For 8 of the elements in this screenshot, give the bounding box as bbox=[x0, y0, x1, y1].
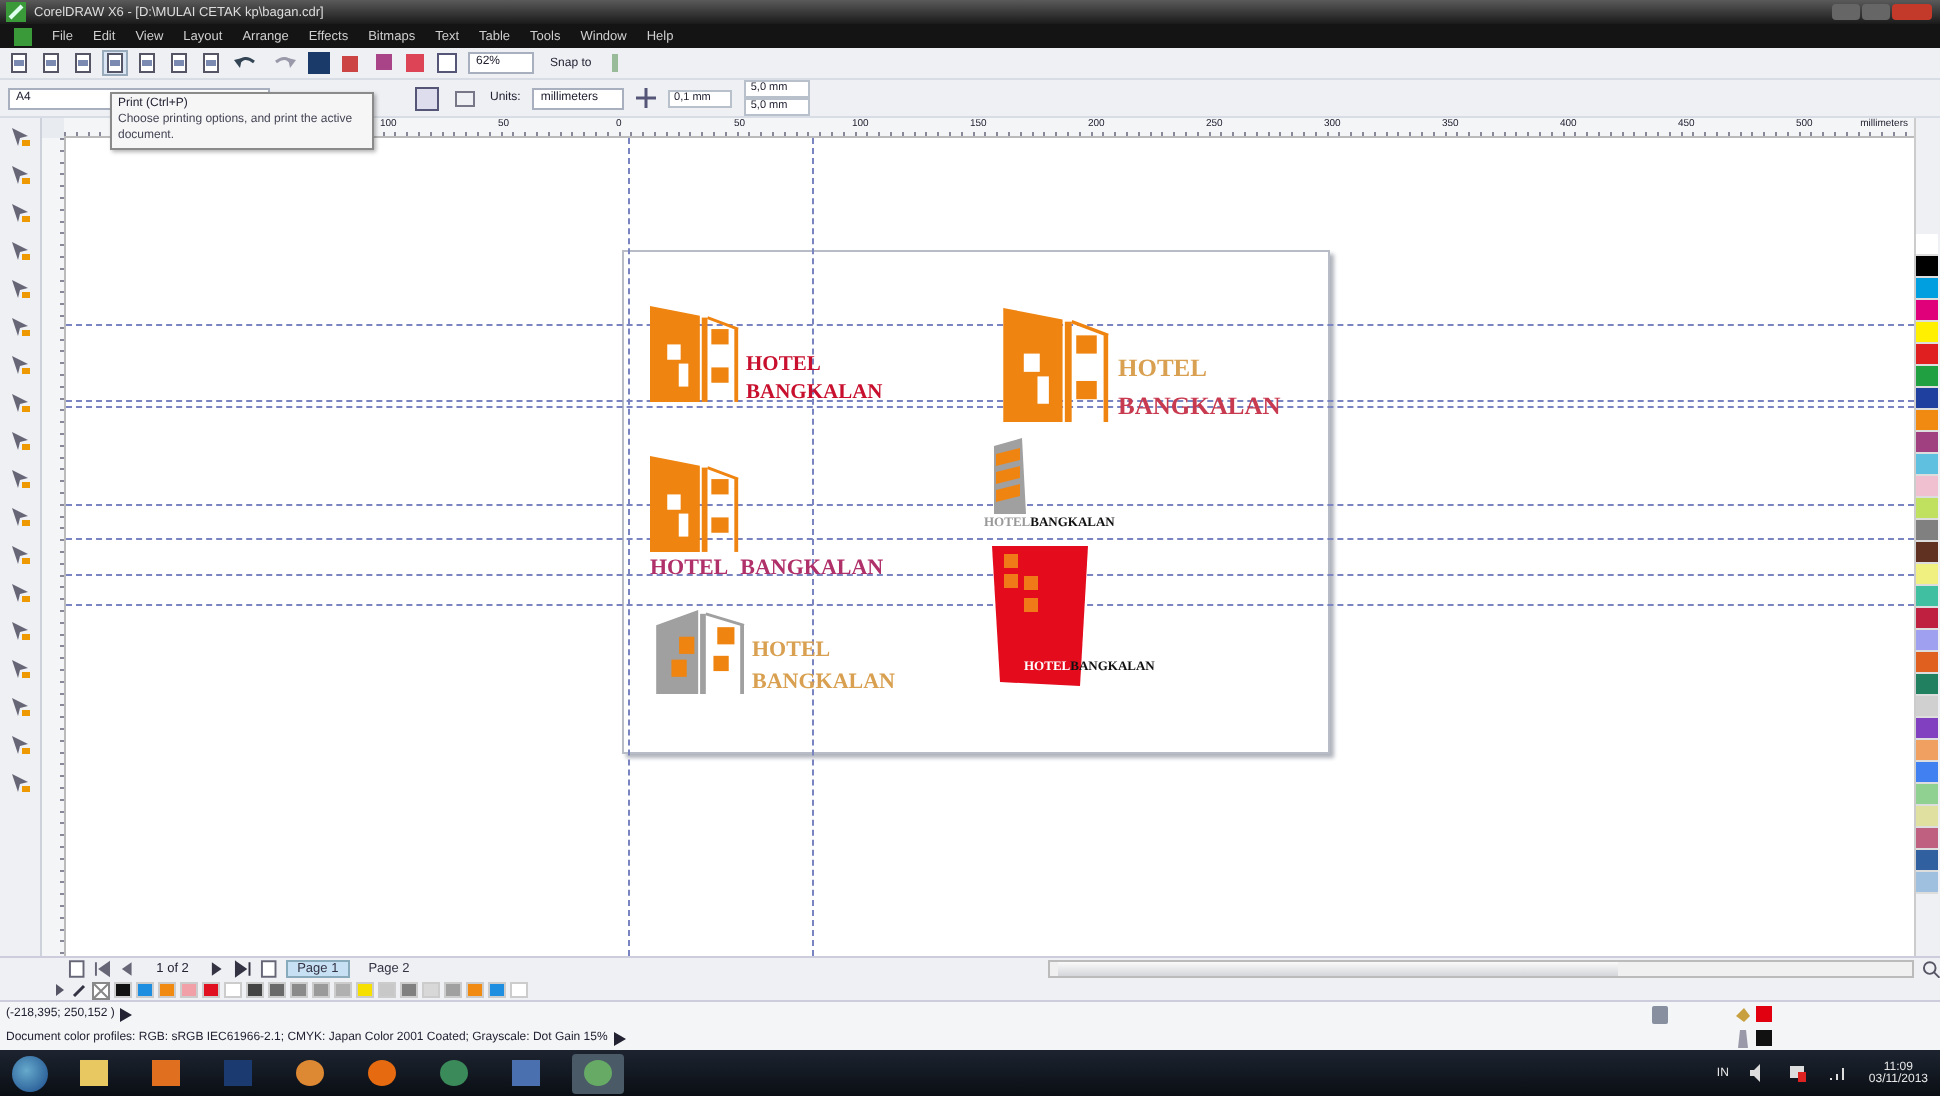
logo-text: HOTEL bbox=[1118, 354, 1209, 384]
logo-text: HOTEL bbox=[650, 556, 729, 580]
logo-text: HOTEL bbox=[746, 354, 823, 376]
logo-text: BANGKALAN bbox=[752, 670, 896, 694]
logo-text: HOTEL bbox=[752, 638, 833, 662]
logo-text: BANGKALAN bbox=[1118, 392, 1281, 422]
logo-text: BANGKALAN bbox=[740, 556, 884, 580]
logo-text: BANGKALAN bbox=[746, 382, 883, 404]
